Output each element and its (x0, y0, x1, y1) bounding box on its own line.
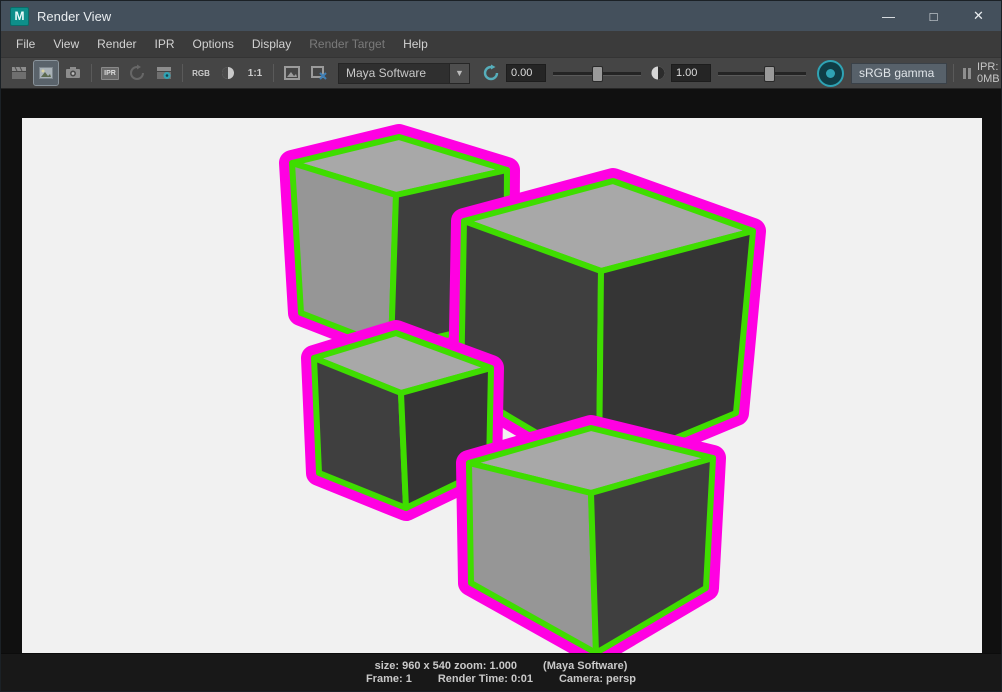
gamma-field[interactable] (671, 64, 711, 82)
refresh-ipr-icon (128, 64, 146, 82)
rgb-channels-icon: RGB (192, 69, 210, 78)
maximize-button[interactable]: □ (911, 1, 956, 31)
alpha-channel-icon (219, 64, 237, 82)
ipr-status-group: IPR: 0MB (950, 61, 1002, 85)
title-bar: M Render View — □ ✕ (1, 1, 1001, 31)
color-management-toggle-dot (826, 69, 835, 78)
status-camera: Camera: persp (559, 673, 636, 685)
menu-bar: File View Render IPR Options Display Ren… (1, 31, 1001, 58)
keep-image-button[interactable] (280, 61, 304, 85)
status-render-time: Render Time: 0:01 (438, 673, 533, 685)
status-size-zoom: size: 960 x 540 zoom: 1.000 (375, 660, 517, 672)
pause-ipr-icon[interactable] (963, 68, 971, 79)
contrast-icon (649, 64, 667, 82)
exposure-slider[interactable] (553, 63, 641, 83)
real-size-button[interactable]: 1:1 (243, 61, 267, 85)
menu-render-target: Render Target (300, 31, 394, 57)
ipr-memory-label: IPR: 0MB (977, 61, 1002, 85)
window-controls: — □ ✕ (866, 1, 1001, 31)
render-settings-button[interactable] (152, 61, 176, 85)
toolbar-separator (273, 64, 274, 82)
menu-view[interactable]: View (44, 31, 88, 57)
renderer-dropdown-value: Maya Software (338, 63, 450, 84)
redo-previous-render-button[interactable] (7, 61, 31, 85)
menu-render[interactable]: Render (88, 31, 145, 57)
menu-options[interactable]: Options (184, 31, 243, 57)
gamma-slider[interactable] (718, 63, 806, 83)
camera-icon (64, 64, 82, 82)
close-button[interactable]: ✕ (956, 1, 1001, 31)
status-renderer: (Maya Software) (543, 660, 627, 672)
rgb-channels-button[interactable]: RGB (189, 61, 213, 85)
keep-image-icon (283, 64, 301, 82)
gamma-slider-handle[interactable] (764, 66, 775, 82)
refresh-color-button[interactable] (479, 61, 503, 85)
menu-ipr[interactable]: IPR (146, 31, 184, 57)
chevron-down-icon[interactable]: ▼ (450, 63, 470, 84)
maya-app-icon: M (10, 7, 29, 26)
clapboard-icon (10, 64, 28, 82)
toolbar-separator (91, 64, 92, 82)
render-view-window: M Render View — □ ✕ File View Render IPR… (0, 0, 1002, 692)
render-view-toolbar: IPR RGB 1:1 (1, 58, 1001, 89)
contrast-button[interactable] (648, 61, 668, 85)
menu-file[interactable]: File (7, 31, 44, 57)
remove-image-icon (310, 64, 328, 82)
window-title: Render View (37, 9, 111, 24)
alpha-channel-button[interactable] (216, 61, 240, 85)
exposure-field[interactable] (506, 64, 546, 82)
render-canvas (1, 89, 1001, 653)
status-row-1: size: 960 x 540 zoom: 1.000 (Maya Softwa… (1, 660, 1001, 672)
status-row-2: Frame: 1 Render Time: 0:01 Camera: persp (1, 673, 1001, 685)
remove-image-button[interactable] (307, 61, 331, 85)
menu-display[interactable]: Display (243, 31, 300, 57)
render-current-frame-button[interactable] (34, 61, 58, 85)
ipr-render-button[interactable]: IPR (98, 61, 122, 85)
menu-help[interactable]: Help (394, 31, 437, 57)
color-transform-dropdown[interactable]: sRGB gamma (851, 63, 947, 84)
real-size-icon: 1:1 (248, 68, 262, 79)
refresh-ipr-button[interactable] (125, 61, 149, 85)
exposure-slider-handle[interactable] (592, 66, 603, 82)
toolbar-separator (182, 64, 183, 82)
color-management-toggle[interactable] (817, 60, 844, 87)
ipr-render-icon: IPR (101, 67, 119, 80)
status-frame: Frame: 1 (366, 673, 412, 685)
rendered-image[interactable] (22, 118, 982, 653)
status-bar: size: 960 x 540 zoom: 1.000 (Maya Softwa… (1, 653, 1001, 691)
renderer-dropdown[interactable]: Maya Software ▼ (338, 63, 470, 84)
snapshot-button[interactable] (61, 61, 85, 85)
refresh-cycle-icon (482, 64, 500, 82)
gamma-slider-track (718, 72, 806, 76)
minimize-button[interactable]: — (866, 1, 911, 31)
toolbar-separator (953, 64, 954, 82)
color-transform-value: sRGB gamma (859, 66, 934, 80)
render-frame-icon (37, 64, 55, 82)
render-settings-icon (155, 64, 173, 82)
